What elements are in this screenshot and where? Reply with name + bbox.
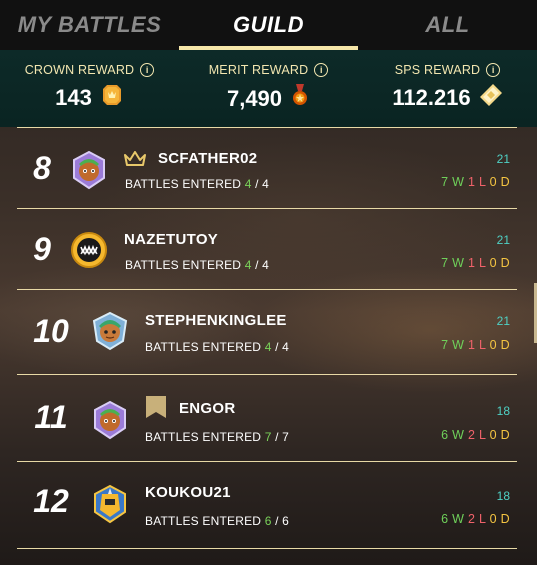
tab-guild[interactable]: GUILD [179,0,358,50]
player-name[interactable]: KOUKOU21 [145,484,231,501]
win-loss-draw: 7 W 1 L 0 D [441,175,510,189]
crown-reward-label: CROWN REWARD [24,63,135,77]
info-icon[interactable]: i [140,63,155,77]
rank-number: 11 [34,399,68,435]
battles-entered: BATTLES ENTERED 4 / 4 [125,177,270,191]
sps-reward: SPS REWARD i 112.216 [358,50,537,127]
crown-icon [124,151,146,172]
table-row[interactable]: 9 NAZETUTOY BATTLES ENTERED 4 / 4 21 7 W… [17,208,517,289]
battle-count: 21 [496,314,510,328]
avatar [69,230,109,270]
merit-medal-icon [290,83,310,115]
avatar [90,400,130,440]
win-loss-draw: 6 W 2 L 0 D [441,428,510,442]
table-row[interactable]: 11 ENGOR BATTLES ENTERED 7 / 7 18 6 W 2 … [17,374,517,461]
rank-number: 12 [33,483,69,519]
merit-reward-label: MERIT REWARD [208,63,309,77]
crown-token-icon [100,83,124,113]
avatar [90,484,130,524]
table-row[interactable]: 12 KOUKOU21 BATTLES ENTERED 6 / 6 18 6 W… [17,461,517,549]
sps-reward-value: 112.216 [392,85,471,110]
tab-my-battles[interactable]: MY BATTLES [0,0,179,50]
rank-number: 10 [33,313,69,349]
win-loss-draw: 7 W 1 L 0 D [441,338,510,352]
guild-leaderboard: 8 SCFATHER02 BATTLES ENTERED 4 / 4 21 7 … [17,127,517,549]
rank-number: 8 [33,150,51,186]
battle-count: 21 [496,152,510,166]
battles-entered: BATTLES ENTERED 4 / 4 [125,258,270,272]
merit-reward-value: 7,490 [226,86,283,111]
battle-count: 18 [496,489,510,503]
player-name[interactable]: NAZETUTOY [124,231,218,248]
battles-entered: BATTLES ENTERED 4 / 4 [145,340,290,354]
merit-reward: MERIT REWARD i 7,490 [179,50,358,127]
player-name[interactable]: ENGOR [179,400,236,417]
info-icon[interactable]: i [486,63,501,77]
tab-all[interactable]: ALL [358,0,537,50]
win-loss-draw: 7 W 1 L 0 D [441,256,510,270]
battles-entered: BATTLES ENTERED 7 / 7 [145,430,290,444]
battle-count: 18 [496,404,510,418]
table-row[interactable]: 8 SCFATHER02 BATTLES ENTERED 4 / 4 21 7 … [17,127,517,208]
crown-reward-value: 143 [55,85,92,110]
banner-icon [145,395,167,424]
rank-number: 9 [33,231,51,267]
crown-reward: CROWN REWARD i 143 [0,50,179,127]
battle-count: 21 [496,233,510,247]
player-name[interactable]: STEPHENKINGLEE [145,312,287,329]
player-name[interactable]: SCFATHER02 [158,150,257,167]
battles-entered: BATTLES ENTERED 6 / 6 [145,514,290,528]
sps-reward-label: SPS REWARD [394,63,481,77]
avatar [90,311,130,351]
info-icon[interactable]: i [314,63,329,77]
avatar [69,150,109,190]
tab-bar: MY BATTLES GUILD ALL [0,0,537,50]
win-loss-draw: 6 W 2 L 0 D [441,512,510,526]
rewards-bar: CROWN REWARD i 143 MERIT REWARD i 7,490 [0,50,537,127]
sps-crystal-icon [479,83,503,113]
table-row[interactable]: 10 STEPHENKINGLEE BATTLES ENTERED 4 / 4 … [17,289,517,374]
